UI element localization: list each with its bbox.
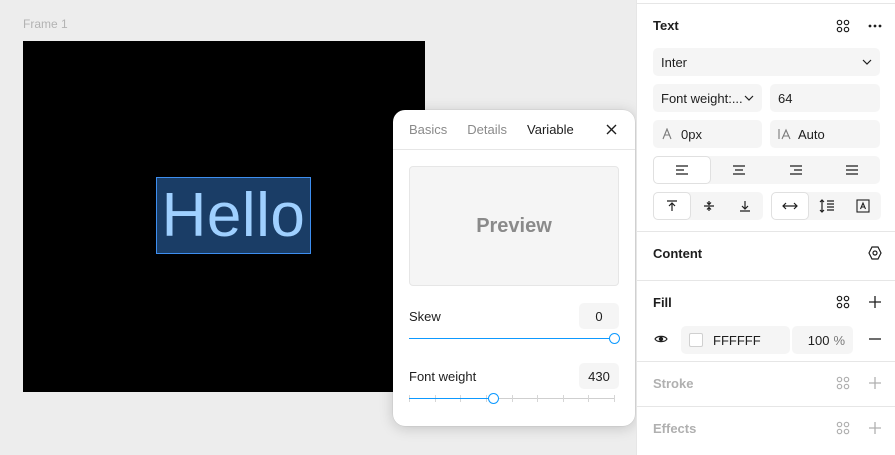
- align-top-button[interactable]: [653, 192, 691, 220]
- fill-hex-value: FFFFFF: [713, 332, 761, 348]
- properties-panel: Text Inter Font weight:... 64 0px Auto C…: [636, 0, 895, 455]
- eye-icon[interactable]: [649, 327, 673, 351]
- fixed-size-button[interactable]: [845, 192, 881, 220]
- stroke-section-title: Stroke: [653, 376, 694, 391]
- auto-width-button[interactable]: [771, 192, 809, 220]
- line-height-input[interactable]: Auto: [770, 120, 880, 148]
- add-effect-icon[interactable]: [863, 416, 887, 440]
- font-weight-axis-input[interactable]: 430: [579, 363, 619, 389]
- auto-height-icon: [819, 199, 834, 213]
- font-weight-row: Font weight 430: [409, 363, 619, 389]
- text-resizing: [771, 192, 881, 220]
- align-bottom-icon: [740, 201, 750, 212]
- align-top-icon: [667, 200, 677, 211]
- fill-styles-icon[interactable]: [831, 290, 855, 314]
- font-size-input[interactable]: 64: [770, 84, 880, 112]
- tab-basics[interactable]: Basics: [409, 122, 447, 137]
- section-divider: [637, 231, 895, 232]
- align-justify-button[interactable]: [824, 156, 880, 184]
- text-align-vertical: [653, 192, 763, 220]
- font-weight-value: Font weight:...: [661, 90, 743, 106]
- font-weight-select[interactable]: Font weight:...: [653, 84, 762, 112]
- line-height-icon: [778, 128, 792, 140]
- skew-slider-fill: [409, 338, 614, 339]
- letter-spacing-value: 0px: [681, 126, 702, 142]
- fill-opacity-unit: %: [833, 332, 845, 348]
- text-settings-popover: Basics Details Variable Preview Skew 0 F…: [393, 110, 635, 426]
- align-bottom-button[interactable]: [727, 192, 763, 220]
- align-center-icon: [733, 165, 746, 175]
- line-height-value: Auto: [798, 126, 825, 142]
- text-layer-content: Hello: [161, 180, 306, 250]
- align-middle-button[interactable]: [691, 192, 727, 220]
- letter-spacing-icon: [661, 128, 673, 140]
- font-preview: Preview: [409, 166, 619, 286]
- font-weight-axis-label: Font weight: [409, 368, 477, 384]
- effects-styles-icon[interactable]: [831, 416, 855, 440]
- slider-tick: [614, 395, 615, 402]
- section-divider: [637, 406, 895, 407]
- text-align-horizontal: [653, 156, 880, 184]
- skew-row: Skew 0: [409, 303, 619, 329]
- fill-section-title: Fill: [653, 295, 672, 310]
- panel-top-divider: [637, 3, 895, 4]
- font-size-value: 64: [778, 90, 793, 106]
- fill-color-swatch[interactable]: [689, 333, 703, 347]
- slider-tick: [537, 395, 538, 402]
- more-options-icon[interactable]: [863, 14, 887, 38]
- letter-spacing-input[interactable]: 0px: [653, 120, 762, 148]
- slider-tick: [512, 395, 513, 402]
- stroke-styles-icon[interactable]: [831, 371, 855, 395]
- preview-label: Preview: [476, 214, 552, 237]
- add-fill-icon[interactable]: [863, 290, 887, 314]
- frame-label[interactable]: Frame 1: [23, 17, 68, 31]
- remove-fill-icon[interactable]: [863, 327, 887, 351]
- align-left-button[interactable]: [653, 156, 712, 184]
- skew-input[interactable]: 0: [579, 303, 619, 329]
- font-weight-slider[interactable]: [409, 393, 615, 405]
- align-middle-icon: [704, 201, 714, 211]
- chevron-down-icon: [862, 59, 872, 65]
- align-center-button[interactable]: [711, 156, 767, 184]
- fill-opacity-value: 100: [807, 332, 830, 348]
- skew-slider[interactable]: [409, 333, 620, 345]
- skew-label: Skew: [409, 308, 441, 324]
- fill-opacity-input[interactable]: 100 %: [792, 326, 853, 354]
- text-section-title: Text: [653, 18, 679, 33]
- popover-tabs: Basics Details Variable: [393, 110, 635, 150]
- slider-tick: [588, 395, 589, 402]
- content-settings-icon[interactable]: [863, 241, 887, 265]
- section-divider: [637, 361, 895, 362]
- align-left-icon: [676, 165, 689, 175]
- align-right-button[interactable]: [768, 156, 824, 184]
- tab-details[interactable]: Details: [467, 122, 507, 137]
- section-divider: [637, 280, 895, 281]
- close-icon[interactable]: [603, 122, 619, 138]
- fixed-size-icon: [856, 199, 870, 213]
- align-justify-icon: [845, 165, 858, 175]
- font-weight-slider-fill: [409, 398, 493, 399]
- chevron-down-icon: [744, 95, 754, 101]
- auto-width-icon: [782, 202, 798, 210]
- effects-section-title: Effects: [653, 421, 697, 436]
- styles-grid-icon[interactable]: [831, 14, 855, 38]
- font-family-value: Inter: [661, 54, 688, 70]
- fill-color-field[interactable]: FFFFFF: [681, 326, 790, 354]
- skew-slider-thumb[interactable]: [609, 333, 620, 344]
- content-section-title: Content: [653, 246, 703, 261]
- tab-variable[interactable]: Variable: [527, 122, 574, 137]
- slider-tick: [563, 395, 564, 402]
- selected-text-layer[interactable]: Hello: [156, 177, 311, 254]
- align-right-icon: [789, 165, 802, 175]
- font-family-select[interactable]: Inter: [653, 48, 880, 76]
- auto-height-button[interactable]: [809, 192, 845, 220]
- font-weight-slider-thumb[interactable]: [488, 393, 499, 404]
- frame[interactable]: Hello: [23, 41, 425, 392]
- add-stroke-icon[interactable]: [863, 371, 887, 395]
